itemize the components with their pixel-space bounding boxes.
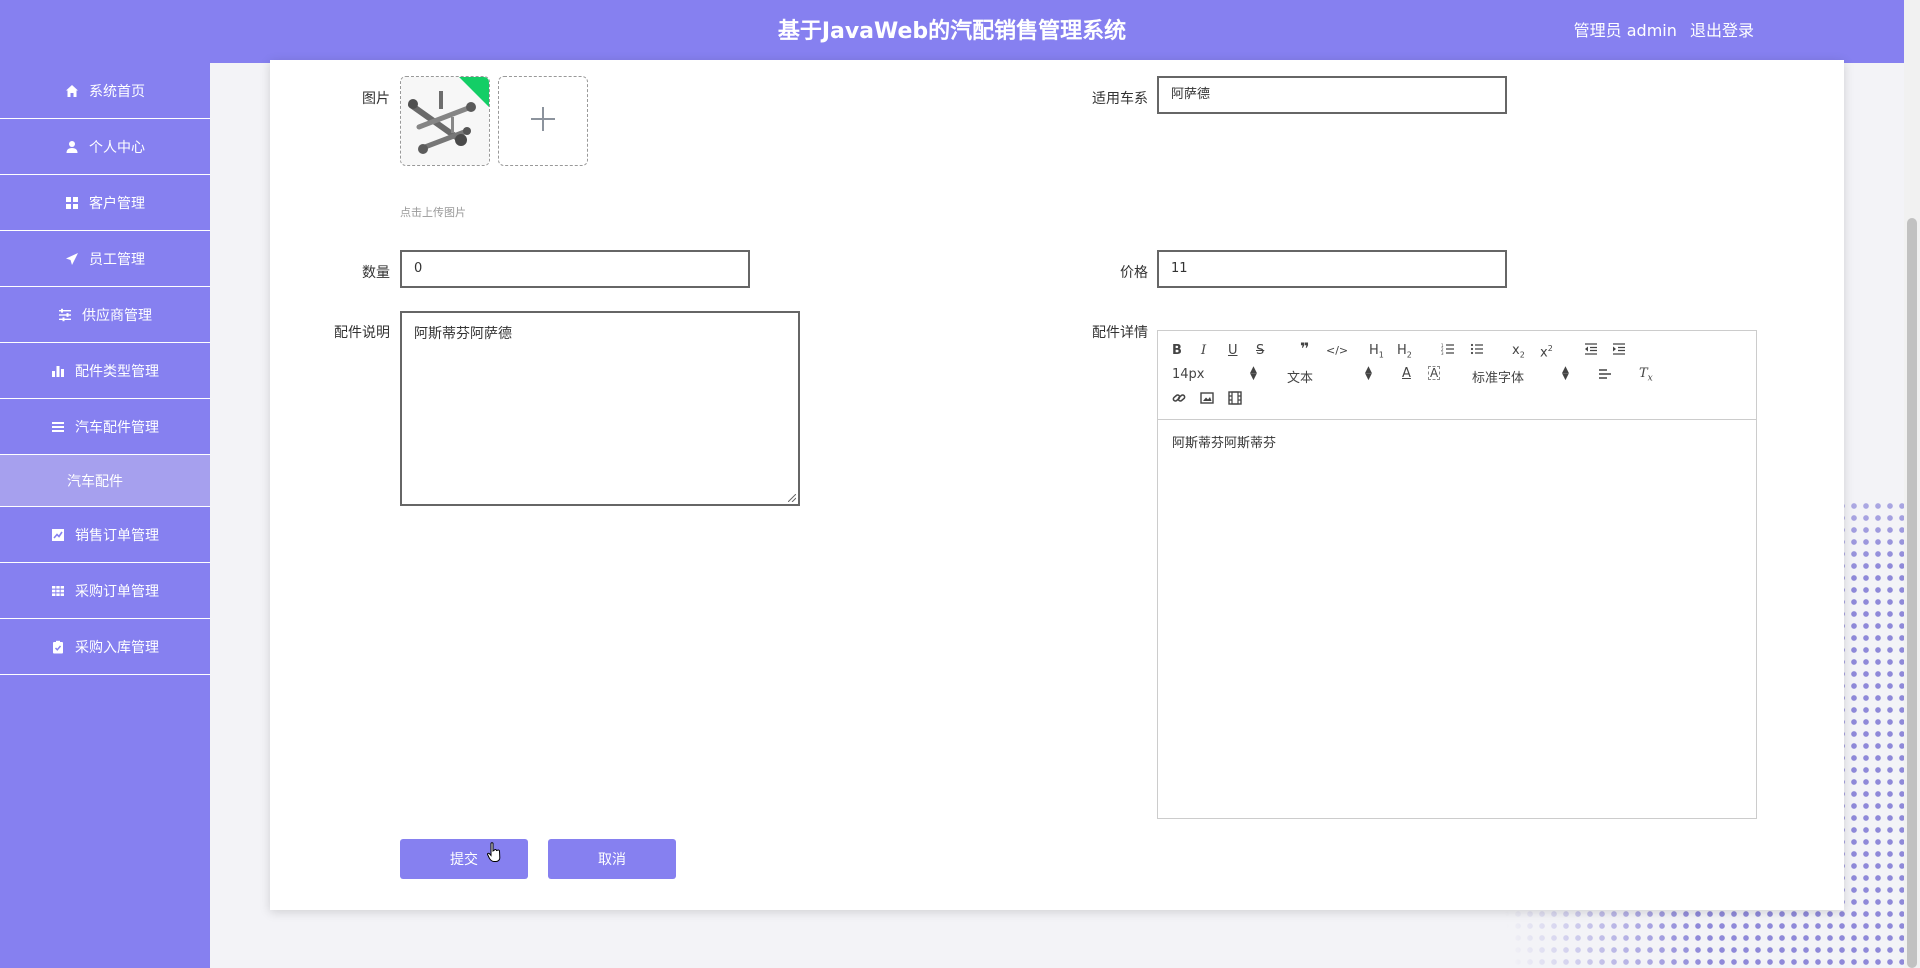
add-image-button[interactable] — [498, 76, 588, 166]
sidebar-subitem-car-parts[interactable]: 汽车配件 — [0, 455, 210, 507]
sidebar-item-car-parts[interactable]: 汽车配件管理 — [0, 399, 210, 455]
detail-label: 配件详情 — [1092, 325, 1148, 341]
italic-icon[interactable]: I — [1201, 343, 1206, 359]
video-icon[interactable] — [1228, 391, 1242, 410]
select-arrows-icon: ▲ ▼ — [1250, 365, 1257, 382]
ordered-list-icon[interactable]: 123 — [1441, 342, 1455, 361]
sidebar-item-label: 个人中心 — [89, 139, 145, 156]
svg-text:3: 3 — [1441, 351, 1444, 356]
sidebar-subitem-label: 汽车配件 — [67, 473, 123, 490]
sidebar-item-part-types[interactable]: 配件类型管理 — [0, 343, 210, 399]
sidebar-item-sales-orders[interactable]: 销售订单管理 — [0, 507, 210, 563]
cancel-button[interactable]: 取消 — [548, 839, 676, 879]
grid-icon — [65, 196, 79, 210]
indent-icon[interactable] — [1612, 342, 1626, 361]
sliders-icon — [58, 308, 72, 322]
page-scrollbar[interactable] — [1904, 0, 1920, 968]
paper-plane-icon — [65, 252, 79, 266]
bullet-list-icon[interactable] — [1470, 342, 1484, 361]
background-color-icon[interactable]: A — [1428, 366, 1441, 380]
upload-hint: 点击上传图片 — [400, 206, 466, 219]
select-arrows-icon: ▲ ▼ — [1365, 365, 1372, 382]
submit-button[interactable]: 提交 — [400, 839, 528, 879]
heading2-icon[interactable]: H2 — [1397, 343, 1412, 364]
resize-handle-icon[interactable] — [788, 494, 796, 502]
paragraph-format-value: 文本 — [1287, 371, 1314, 386]
hand-cursor-icon — [487, 842, 501, 862]
font-family-value: 标准字体 — [1472, 371, 1525, 386]
superscript-icon[interactable]: x2 — [1540, 341, 1553, 361]
plus-icon — [529, 105, 557, 137]
font-size-value: 14px — [1172, 367, 1205, 382]
quantity-input[interactable]: 0 — [400, 250, 750, 288]
home-icon — [65, 84, 79, 98]
sidebar-item-profile[interactable]: 个人中心 — [0, 119, 210, 175]
code-block-icon[interactable]: </> — [1326, 343, 1348, 359]
user-icon — [65, 140, 79, 154]
description-textarea[interactable]: 阿斯蒂芬阿萨德 — [400, 311, 800, 506]
clear-format-icon[interactable]: Tx — [1639, 366, 1653, 387]
editor-toolbar: B I U S ❞ </> H1 H2 123 x2 x2 14px ▲ ▼ 文本 ▲… — [1158, 331, 1756, 420]
user-label: 管理员 admin — [1573, 21, 1677, 40]
clipboard-icon — [51, 640, 65, 654]
table-icon — [51, 584, 65, 598]
description-text: 阿斯蒂芬阿萨德 — [414, 326, 512, 342]
bar-chart-icon — [51, 364, 65, 378]
image-icon[interactable] — [1200, 391, 1214, 410]
sidebar-item-label: 采购入库管理 — [75, 639, 159, 656]
top-bar: 基于JavaWeb的汽配销售管理系统 管理员 admin 退出登录 — [0, 0, 1904, 63]
paragraph-format-select[interactable]: 文本 ▲ ▼ — [1287, 365, 1372, 387]
scrollbar-thumb[interactable] — [1907, 218, 1917, 968]
quantity-label: 数量 — [362, 265, 390, 281]
sidebar-item-label: 采购订单管理 — [75, 583, 159, 600]
part-image-thumbnail[interactable] — [400, 76, 490, 166]
select-arrows-icon: ▲ ▼ — [1562, 365, 1569, 382]
list-icon — [51, 420, 65, 434]
rich-text-editor: B I U S ❞ </> H1 H2 123 x2 x2 14px ▲ ▼ 文本 ▲… — [1157, 330, 1757, 819]
font-size-select[interactable]: 14px ▲ ▼ — [1172, 365, 1257, 383]
description-label: 配件说明 — [334, 325, 390, 341]
sidebar-item-label: 汽车配件管理 — [75, 419, 159, 436]
series-label: 适用车系 — [1092, 91, 1148, 107]
heading1-icon[interactable]: H1 — [1369, 343, 1384, 364]
underline-icon[interactable]: U — [1228, 343, 1238, 359]
strikethrough-icon[interactable]: S — [1256, 343, 1264, 359]
price-input[interactable]: 11 — [1157, 250, 1507, 288]
sidebar-item-purchase-inbound[interactable]: 采购入库管理 — [0, 619, 210, 675]
sidebar-item-purchase-orders[interactable]: 采购订单管理 — [0, 563, 210, 619]
price-label: 价格 — [1120, 265, 1148, 281]
sidebar-item-suppliers[interactable]: 供应商管理 — [0, 287, 210, 343]
font-family-select[interactable]: 标准字体 ▲ ▼ — [1472, 365, 1569, 387]
link-icon[interactable] — [1172, 391, 1186, 410]
sidebar-item-label: 系统首页 — [89, 83, 145, 100]
sidebar-item-label: 销售订单管理 — [75, 527, 159, 544]
sidebar-item-label: 供应商管理 — [82, 307, 152, 324]
outdent-icon[interactable] — [1584, 342, 1598, 361]
bold-icon[interactable]: B — [1172, 343, 1182, 359]
subscript-icon[interactable]: x2 — [1512, 343, 1525, 364]
sidebar-item-home[interactable]: 系统首页 — [0, 63, 210, 119]
sidebar-item-label: 配件类型管理 — [75, 363, 159, 380]
font-color-icon[interactable]: A — [1402, 366, 1411, 382]
image-label: 图片 — [362, 91, 390, 107]
sidebar-item-label: 客户管理 — [89, 195, 145, 212]
editor-content[interactable]: 阿斯蒂芬阿斯蒂芬 — [1158, 420, 1756, 463]
sidebar-item-staff[interactable]: 员工管理 — [0, 231, 210, 287]
logout-link[interactable]: 退出登录 — [1690, 21, 1754, 40]
blockquote-icon[interactable]: ❞ — [1300, 341, 1309, 357]
series-input[interactable]: 阿萨德 — [1157, 76, 1507, 114]
sidebar-item-label: 员工管理 — [89, 251, 145, 268]
sidebar: 系统首页 个人中心 客户管理 员工管理 供应商管理 配件类型管理 汽车配件管理 … — [0, 63, 210, 968]
line-chart-icon — [51, 528, 65, 542]
sidebar-item-customers[interactable]: 客户管理 — [0, 175, 210, 231]
align-left-icon[interactable] — [1598, 367, 1612, 386]
user-area: 管理员 admin 退出登录 — [1566, 0, 1754, 63]
